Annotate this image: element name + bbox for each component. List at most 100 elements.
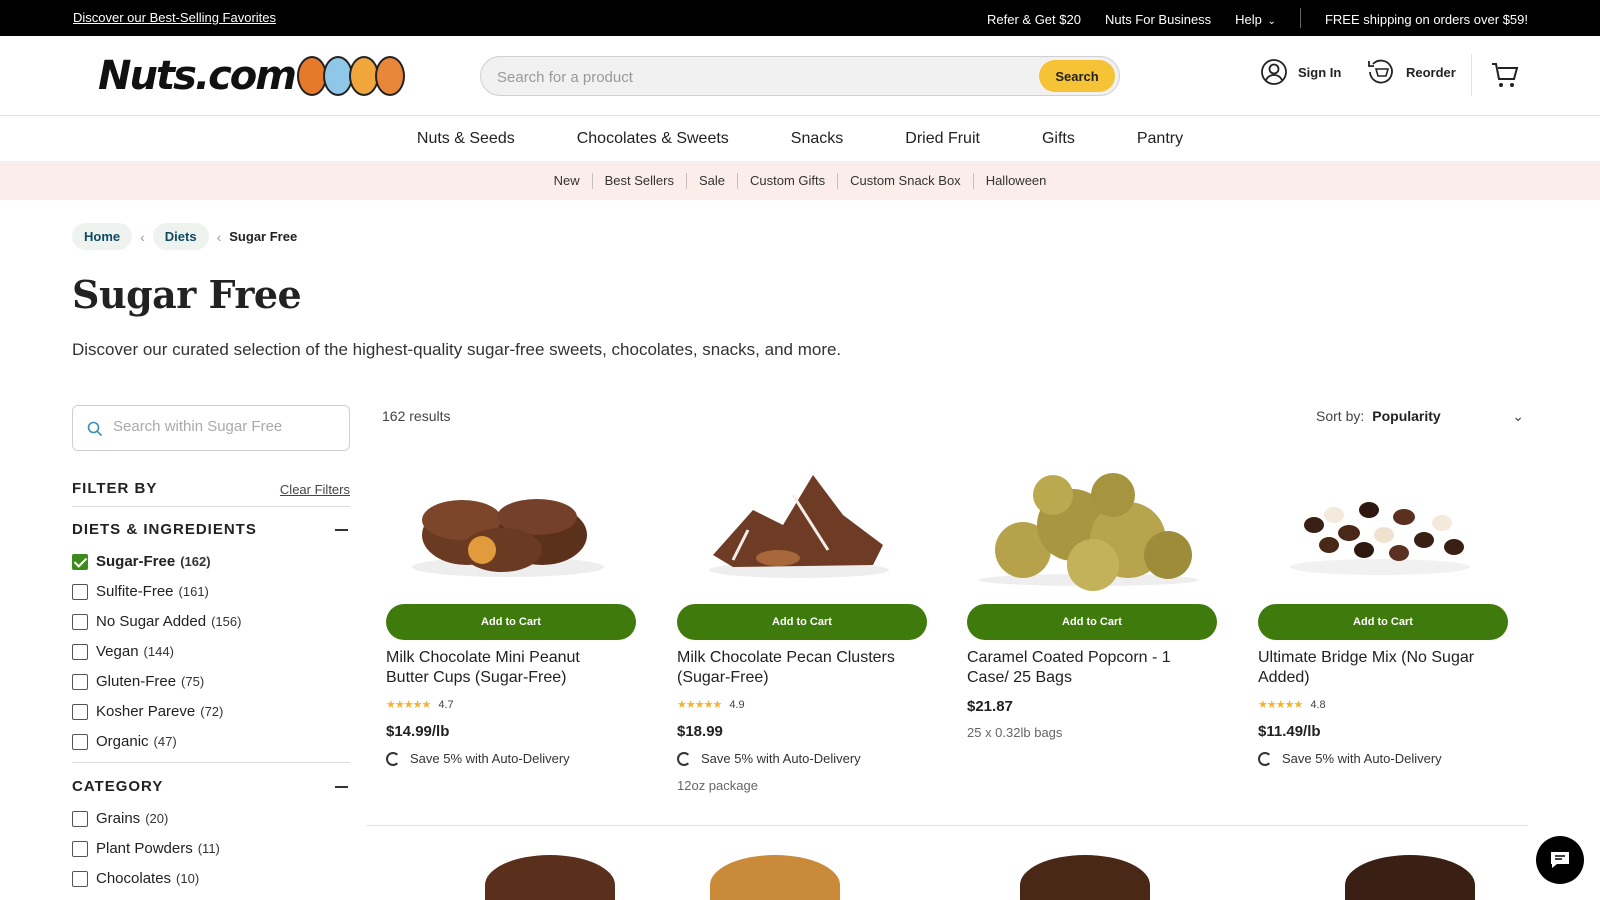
- filter-count: (20): [145, 811, 169, 826]
- add-to-cart-button[interactable]: Add to Cart: [386, 604, 636, 640]
- nav-gifts[interactable]: Gifts: [1042, 130, 1075, 148]
- product-image[interactable]: [1020, 855, 1150, 900]
- account-icon: [1261, 59, 1287, 85]
- filter-label: Gluten-Free: [96, 673, 177, 690]
- search-input[interactable]: [497, 66, 1017, 88]
- filter-organic[interactable]: Organic (47): [72, 733, 177, 750]
- topbar-divider: [1299, 8, 1301, 28]
- auto-delivery-label: Save 5% with Auto-Delivery: [410, 751, 570, 766]
- page-title: Sugar Free: [72, 272, 302, 317]
- filter-count: (75): [181, 674, 205, 689]
- nav-nuts-seeds[interactable]: Nuts & Seeds: [417, 130, 515, 148]
- auto-delivery-label: Save 5% with Auto-Delivery: [1282, 751, 1442, 766]
- collapse-icon[interactable]: [335, 529, 348, 531]
- product-image[interactable]: [710, 855, 840, 900]
- top-promo-bar: Discover our Best-Selling Favorites Refe…: [0, 0, 1600, 36]
- chat-button[interactable]: [1536, 836, 1584, 884]
- checkbox[interactable]: [72, 703, 88, 720]
- nav-chocolates-sweets[interactable]: Chocolates & Sweets: [577, 130, 729, 148]
- chevron-left-icon: ‹: [140, 228, 145, 245]
- product-image[interactable]: [382, 455, 634, 591]
- product-name[interactable]: Ultimate Bridge Mix (No Sugar Added): [1258, 648, 1498, 688]
- package-note: 25 x 0.32lb bags: [967, 725, 1063, 740]
- filter-chocolates[interactable]: Chocolates (10): [72, 870, 199, 887]
- product-image[interactable]: [1254, 455, 1506, 591]
- filter-search-input[interactable]: [113, 418, 333, 435]
- filter-sulfite-free[interactable]: Sulfite-Free (161): [72, 583, 209, 600]
- product-card[interactable]: Add to Cart Milk Chocolate Mini Peanut B…: [382, 455, 636, 766]
- star-rating-icon: ★★★★★: [677, 699, 722, 711]
- nav-snacks[interactable]: Snacks: [791, 130, 843, 148]
- diets-section-header[interactable]: DIETS & INGREDIENTS: [72, 521, 350, 538]
- filter-plant-powders[interactable]: Plant Powders (11): [72, 840, 220, 857]
- divider: [72, 506, 350, 507]
- collapse-icon[interactable]: [335, 786, 348, 788]
- product-price: $21.87: [967, 698, 1013, 715]
- checkbox[interactable]: [72, 583, 88, 600]
- add-to-cart-button[interactable]: Add to Cart: [677, 604, 927, 640]
- checkbox[interactable]: [72, 733, 88, 750]
- clear-filters-link[interactable]: Clear Filters: [280, 482, 350, 497]
- reorder-label: Reorder: [1406, 64, 1456, 80]
- product-image[interactable]: [485, 855, 615, 900]
- subnav-custom-gifts[interactable]: Custom Gifts: [738, 173, 837, 188]
- add-to-cart-button[interactable]: Add to Cart: [1258, 604, 1508, 640]
- refer-link[interactable]: Refer & Get $20: [987, 12, 1081, 27]
- filter-count: (144): [143, 644, 174, 659]
- refresh-icon: [677, 751, 691, 766]
- product-rating: ★★★★★ 4.9: [677, 698, 745, 712]
- breadcrumb-home[interactable]: Home: [72, 223, 133, 250]
- checkbox[interactable]: [72, 840, 88, 857]
- search-button[interactable]: Search: [1039, 60, 1115, 92]
- checkbox[interactable]: [72, 553, 88, 570]
- nav-dried-fruit[interactable]: Dried Fruit: [905, 130, 980, 148]
- nav-pantry[interactable]: Pantry: [1137, 130, 1183, 148]
- filter-label: Sulfite-Free: [96, 583, 174, 600]
- filter-label: No Sugar Added: [96, 613, 207, 630]
- checkbox[interactable]: [72, 810, 88, 827]
- site-logo[interactable]: Nuts.com: [98, 50, 405, 102]
- checkbox[interactable]: [72, 613, 88, 630]
- product-card[interactable]: Add to Cart Caramel Coated Popcorn - 1 C…: [963, 455, 1217, 740]
- subnav-best-sellers[interactable]: Best Sellers: [593, 173, 686, 188]
- filter-vegan[interactable]: Vegan (144): [72, 643, 174, 660]
- product-name[interactable]: Milk Chocolate Mini Peanut Butter Cups (…: [386, 648, 626, 688]
- star-rating-icon: ★★★★★: [386, 699, 431, 711]
- product-name[interactable]: Caramel Coated Popcorn - 1 Case/ 25 Bags: [967, 648, 1207, 688]
- product-image[interactable]: [673, 455, 925, 591]
- promo-link[interactable]: Discover our Best-Selling Favorites: [73, 10, 276, 25]
- reorder-link[interactable]: Reorder: [1366, 58, 1456, 86]
- checkbox[interactable]: [72, 643, 88, 660]
- category-section-header[interactable]: CATEGORY: [72, 778, 350, 795]
- filter-sugar-free[interactable]: Sugar-Free (162): [72, 553, 211, 570]
- product-card[interactable]: Add to Cart Ultimate Bridge Mix (No Suga…: [1254, 455, 1508, 766]
- subnav-halloween[interactable]: Halloween: [974, 173, 1059, 188]
- filter-kosher-pareve[interactable]: Kosher Pareve (72): [72, 703, 223, 720]
- checkbox[interactable]: [72, 673, 88, 690]
- subnav-custom-snack-box[interactable]: Custom Snack Box: [838, 173, 973, 188]
- product-card[interactable]: Add to Cart Milk Chocolate Pecan Cluster…: [673, 455, 927, 793]
- add-to-cart-button[interactable]: Add to Cart: [967, 604, 1217, 640]
- filter-gluten-free[interactable]: Gluten-Free (75): [72, 673, 204, 690]
- cart-icon[interactable]: [1490, 60, 1520, 90]
- filter-no-sugar-added[interactable]: No Sugar Added (156): [72, 613, 241, 630]
- filter-label: Grains: [96, 810, 141, 827]
- product-name[interactable]: Milk Chocolate Pecan Clusters (Sugar-Fre…: [677, 648, 917, 688]
- checkbox[interactable]: [72, 870, 88, 887]
- filter-label: Kosher Pareve: [96, 703, 196, 720]
- filter-grains[interactable]: Grains (20): [72, 810, 168, 827]
- auto-delivery-label: Save 5% with Auto-Delivery: [701, 751, 861, 766]
- sign-in-link[interactable]: Sign In: [1260, 58, 1341, 86]
- star-rating-icon: ★★★★★: [1258, 699, 1303, 711]
- product-image[interactable]: [963, 455, 1215, 591]
- product-image[interactable]: [1345, 855, 1475, 900]
- subnav-sale[interactable]: Sale: [687, 173, 737, 188]
- help-menu[interactable]: Help ⌄: [1235, 12, 1276, 27]
- breadcrumb-diets[interactable]: Diets: [152, 223, 209, 250]
- sort-dropdown[interactable]: Sort by: Popularity ⌄: [1316, 408, 1524, 425]
- business-link[interactable]: Nuts For Business: [1105, 12, 1211, 27]
- mascots-icon: [296, 56, 405, 96]
- subnav-new[interactable]: New: [542, 173, 592, 188]
- site-header: Nuts.com Search Sign In Reorder: [0, 36, 1600, 116]
- filter-count: (47): [153, 734, 177, 749]
